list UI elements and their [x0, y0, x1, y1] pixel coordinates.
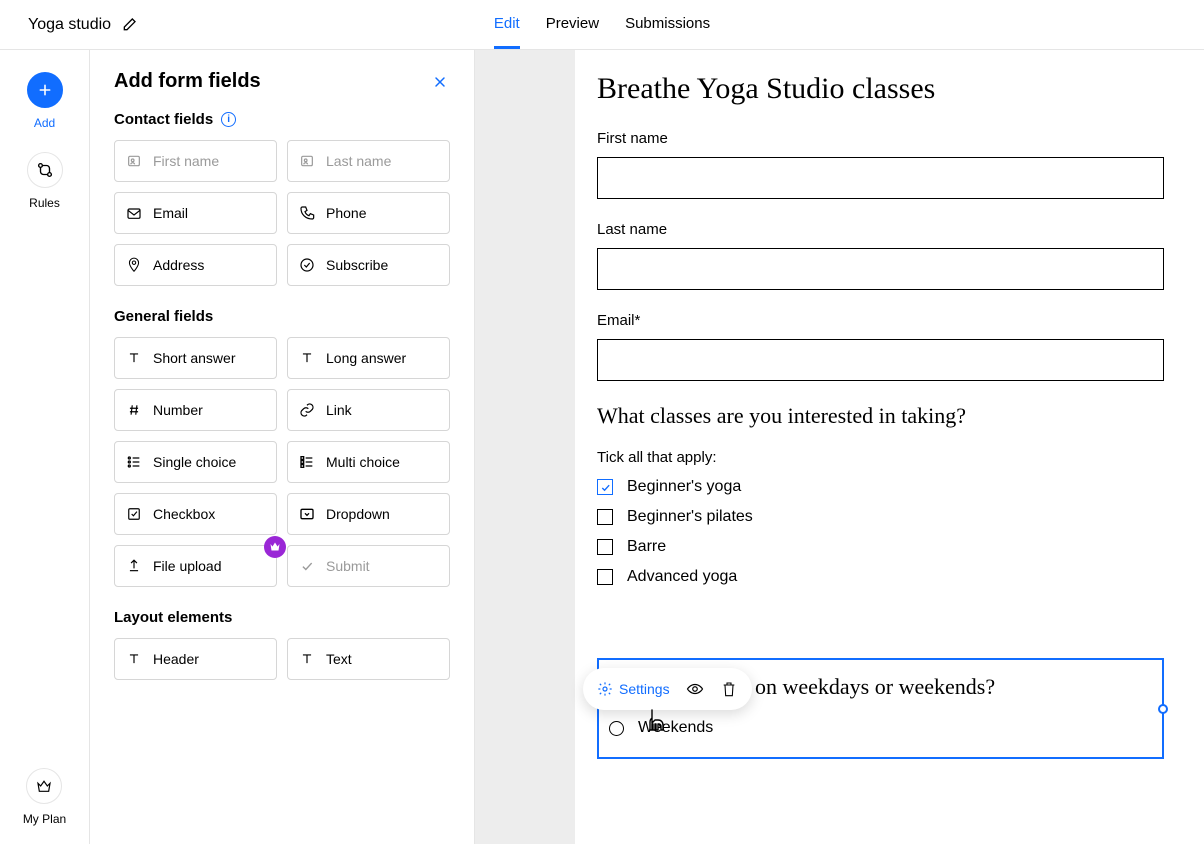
- input-email[interactable]: [597, 339, 1164, 381]
- rail-my-plan-label: My Plan: [23, 812, 66, 826]
- chip-last-name[interactable]: Last name: [287, 140, 450, 182]
- panel-title: Add form fields: [114, 70, 261, 93]
- chip-header[interactable]: Header: [114, 638, 277, 680]
- chip-long-answer[interactable]: Long answer: [287, 337, 450, 379]
- input-first-name[interactable]: [597, 157, 1164, 199]
- left-rail: Add Rules My Plan: [0, 50, 90, 844]
- chip-dropdown[interactable]: Dropdown: [287, 493, 450, 535]
- chip-link[interactable]: Link: [287, 389, 450, 431]
- rail-add[interactable]: Add: [27, 72, 63, 130]
- text-icon: [298, 349, 316, 367]
- text-icon: [125, 650, 143, 668]
- section-general-label: General fields: [114, 308, 213, 325]
- text-icon: [125, 349, 143, 367]
- pin-icon: [125, 256, 143, 274]
- question-days-partial: on weekdays or weekends?: [755, 674, 995, 700]
- tab-submissions[interactable]: Submissions: [625, 0, 710, 49]
- checkbox-barre[interactable]: Barre: [597, 538, 1164, 556]
- chip-multi-choice[interactable]: Multi choice: [287, 441, 450, 483]
- gear-icon: [597, 681, 613, 697]
- toolbar-settings-label: Settings: [619, 681, 670, 697]
- tab-edit[interactable]: Edit: [494, 0, 520, 49]
- chip-number[interactable]: Number: [114, 389, 277, 431]
- dropdown-icon: [298, 505, 316, 523]
- hash-icon: [125, 401, 143, 419]
- chip-short-answer[interactable]: Short answer: [114, 337, 277, 379]
- checkbox-icon: [125, 505, 143, 523]
- chip-file-upload[interactable]: File upload: [114, 545, 277, 587]
- field-email[interactable]: Email*: [597, 312, 1164, 381]
- radio-weekends[interactable]: Weekends: [609, 719, 1152, 737]
- resize-handle-icon[interactable]: [1158, 704, 1168, 714]
- label-email: Email*: [597, 312, 1164, 329]
- tab-edit-label: Edit: [494, 15, 520, 32]
- info-icon[interactable]: i: [221, 112, 236, 127]
- email-icon: [125, 204, 143, 222]
- form-title[interactable]: Breathe Yoga Studio classes: [597, 72, 1164, 106]
- section-layout-label: Layout elements: [114, 609, 232, 626]
- element-toolbar: Settings: [583, 668, 752, 710]
- toolbar-settings-button[interactable]: Settings: [597, 681, 670, 697]
- label-first-name: First name: [597, 130, 1164, 147]
- chip-email[interactable]: Email: [114, 192, 277, 234]
- question-classes[interactable]: What classes are you interested in takin…: [597, 403, 1164, 429]
- checkbox-advanced-yoga[interactable]: Advanced yoga: [597, 568, 1164, 586]
- rail-rules-label: Rules: [29, 196, 60, 210]
- checkbox-beginners-yoga[interactable]: Beginner's yoga: [597, 478, 1164, 496]
- rail-rules[interactable]: Rules: [27, 152, 63, 210]
- chip-checkbox[interactable]: Checkbox: [114, 493, 277, 535]
- chip-first-name[interactable]: First name: [114, 140, 277, 182]
- contact-icon: [298, 152, 316, 170]
- contact-icon: [125, 152, 143, 170]
- premium-badge-icon: [264, 536, 286, 558]
- chip-text[interactable]: Text: [287, 638, 450, 680]
- list-icon: [125, 453, 143, 471]
- phone-icon: [298, 204, 316, 222]
- link-icon: [298, 401, 316, 419]
- rename-icon[interactable]: [121, 17, 137, 33]
- input-last-name[interactable]: [597, 248, 1164, 290]
- check-circle-icon: [298, 256, 316, 274]
- check-icon: [298, 557, 316, 575]
- checkbox-beginners-pilates[interactable]: Beginner's pilates: [597, 508, 1164, 526]
- form-canvas[interactable]: Breathe Yoga Studio classes First name L…: [575, 50, 1204, 844]
- multi-help: Tick all that apply:: [597, 449, 1164, 466]
- tab-preview-label: Preview: [546, 15, 599, 32]
- fields-panel: Add form fields Contact fields i First n…: [90, 50, 475, 844]
- text-icon: [298, 650, 316, 668]
- upload-icon: [125, 557, 143, 575]
- section-contact-label: Contact fields: [114, 111, 213, 128]
- toolbar-delete-icon[interactable]: [720, 680, 738, 698]
- field-last-name[interactable]: Last name: [597, 221, 1164, 290]
- field-first-name[interactable]: First name: [597, 130, 1164, 199]
- form-name[interactable]: Yoga studio: [28, 16, 111, 34]
- tab-preview[interactable]: Preview: [546, 0, 599, 49]
- chip-address[interactable]: Address: [114, 244, 277, 286]
- toolbar-visibility-icon[interactable]: [686, 680, 704, 698]
- rail-add-label: Add: [34, 116, 55, 130]
- chip-submit[interactable]: Submit: [287, 545, 450, 587]
- chip-phone[interactable]: Phone: [287, 192, 450, 234]
- panel-close-icon[interactable]: [430, 72, 450, 92]
- chip-single-choice[interactable]: Single choice: [114, 441, 277, 483]
- checklist-icon: [298, 453, 316, 471]
- rail-my-plan[interactable]: My Plan: [23, 768, 66, 826]
- label-last-name: Last name: [597, 221, 1164, 238]
- chip-subscribe[interactable]: Subscribe: [287, 244, 450, 286]
- tab-submissions-label: Submissions: [625, 15, 710, 32]
